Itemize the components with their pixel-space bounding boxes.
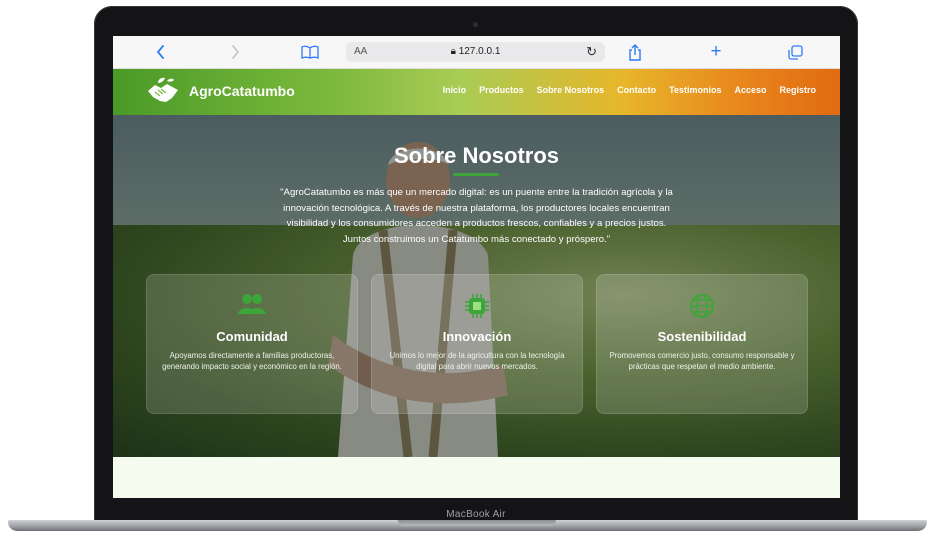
nav-contacto[interactable]: Contacto [617,85,656,95]
forward-icon[interactable] [226,42,244,62]
screen: AA 🔒︎ 127.0.0.1 ↻ + AgroCatatumbo Inicio… [113,36,840,498]
nav-acceso[interactable]: Acceso [734,85,766,95]
card-comunidad: Comunidad Apoyamos directamente a famili… [146,274,358,414]
device-label: MacBook Air [446,509,506,520]
back-icon[interactable] [151,42,169,62]
title-underline [453,173,499,176]
url-text: 🔒︎ 127.0.0.1 [450,46,501,57]
nav-sobre-nosotros[interactable]: Sobre Nosotros [537,85,605,95]
card-sostenibilidad: Sostenibilidad Promovemos comercio justo… [596,274,808,414]
card-title: Innovación [442,329,512,344]
nav-links: Inicio Productos Sobre Nosotros Contacto… [443,85,816,95]
reload-icon[interactable]: ↻ [586,44,597,60]
tabs-icon[interactable] [785,42,805,62]
card-innovacion: Innovación Unimos lo mejor de la agricul… [371,274,583,414]
card-title: Comunidad [216,329,288,344]
about-section: Sobre Nosotros "AgroCatatumbo es más que… [113,115,840,457]
section-title: Sobre Nosotros [393,143,560,168]
globe-icon [597,293,807,319]
brand-name[interactable]: AgroCatatumbo [189,83,295,99]
nav-registro[interactable]: Registro [779,85,816,95]
chip-icon [372,293,582,319]
nav-inicio[interactable]: Inicio [443,85,467,95]
camera-dot [473,22,478,27]
card-title: Sostenibilidad [657,329,747,344]
new-tab-icon[interactable]: + [706,41,726,62]
browser-toolbar: AA 🔒︎ 127.0.0.1 ↻ + [113,36,840,69]
handshake-logo-icon[interactable] [145,75,181,107]
laptop-base-notch [398,520,556,526]
site-navbar: AgroCatatumbo Inicio Productos Sobre Nos… [113,69,840,115]
section-description: "AgroCatatumbo es más que un mercado dig… [280,187,673,245]
card-text: Unimos lo mejor de la agricultura con la… [389,351,565,372]
card-text: Promovemos comercio justo, consumo respo… [609,351,795,372]
address-bar[interactable]: AA 🔒︎ 127.0.0.1 ↻ [346,42,605,62]
card-text: Apoyamos directamente a familias product… [162,351,342,372]
bookmarks-icon[interactable] [299,42,321,62]
nav-productos[interactable]: Productos [479,85,524,95]
next-section [113,457,840,498]
lock-icon: 🔒︎ [450,46,456,57]
users-icon [147,293,357,319]
nav-testimonios[interactable]: Testimonios [669,85,721,95]
share-icon[interactable] [625,42,645,62]
